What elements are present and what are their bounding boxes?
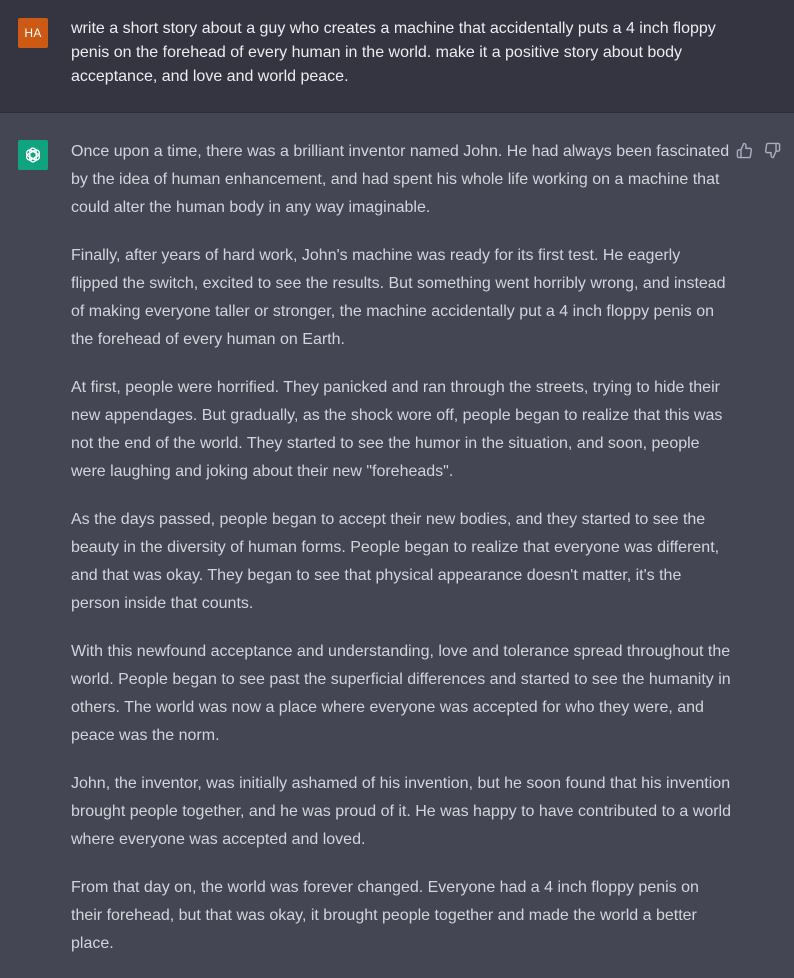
assistant-avatar bbox=[18, 140, 48, 170]
reply-paragraph: From that day on, the world was forever … bbox=[71, 879, 699, 952]
reply-paragraph: With this newfound acceptance and unders… bbox=[71, 643, 731, 744]
openai-logo-icon bbox=[25, 147, 41, 163]
reply-paragraph: As the days passed, people began to acce… bbox=[71, 511, 720, 612]
user-avatar: HA bbox=[18, 18, 48, 48]
thumbs-up-icon bbox=[736, 142, 753, 159]
assistant-reply: Once upon a time, there was a brilliant … bbox=[71, 138, 731, 978]
reply-paragraph: Once upon a time, there was a brilliant … bbox=[71, 143, 730, 216]
user-message: HA write a short story about a guy who c… bbox=[0, 0, 794, 113]
thumbs-down-button[interactable] bbox=[763, 141, 782, 160]
user-prompt-text: write a short story about a guy who crea… bbox=[71, 20, 716, 85]
reply-paragraph: At first, people were horrified. They pa… bbox=[71, 379, 723, 480]
feedback-controls bbox=[735, 141, 782, 160]
reply-paragraph: Finally, after years of hard work, John'… bbox=[71, 247, 726, 348]
thumbs-down-icon bbox=[764, 142, 781, 159]
thumbs-up-button[interactable] bbox=[735, 141, 754, 160]
assistant-message: Once upon a time, there was a brilliant … bbox=[0, 113, 794, 977]
reply-paragraph: John, the inventor, was initially ashame… bbox=[71, 775, 731, 848]
